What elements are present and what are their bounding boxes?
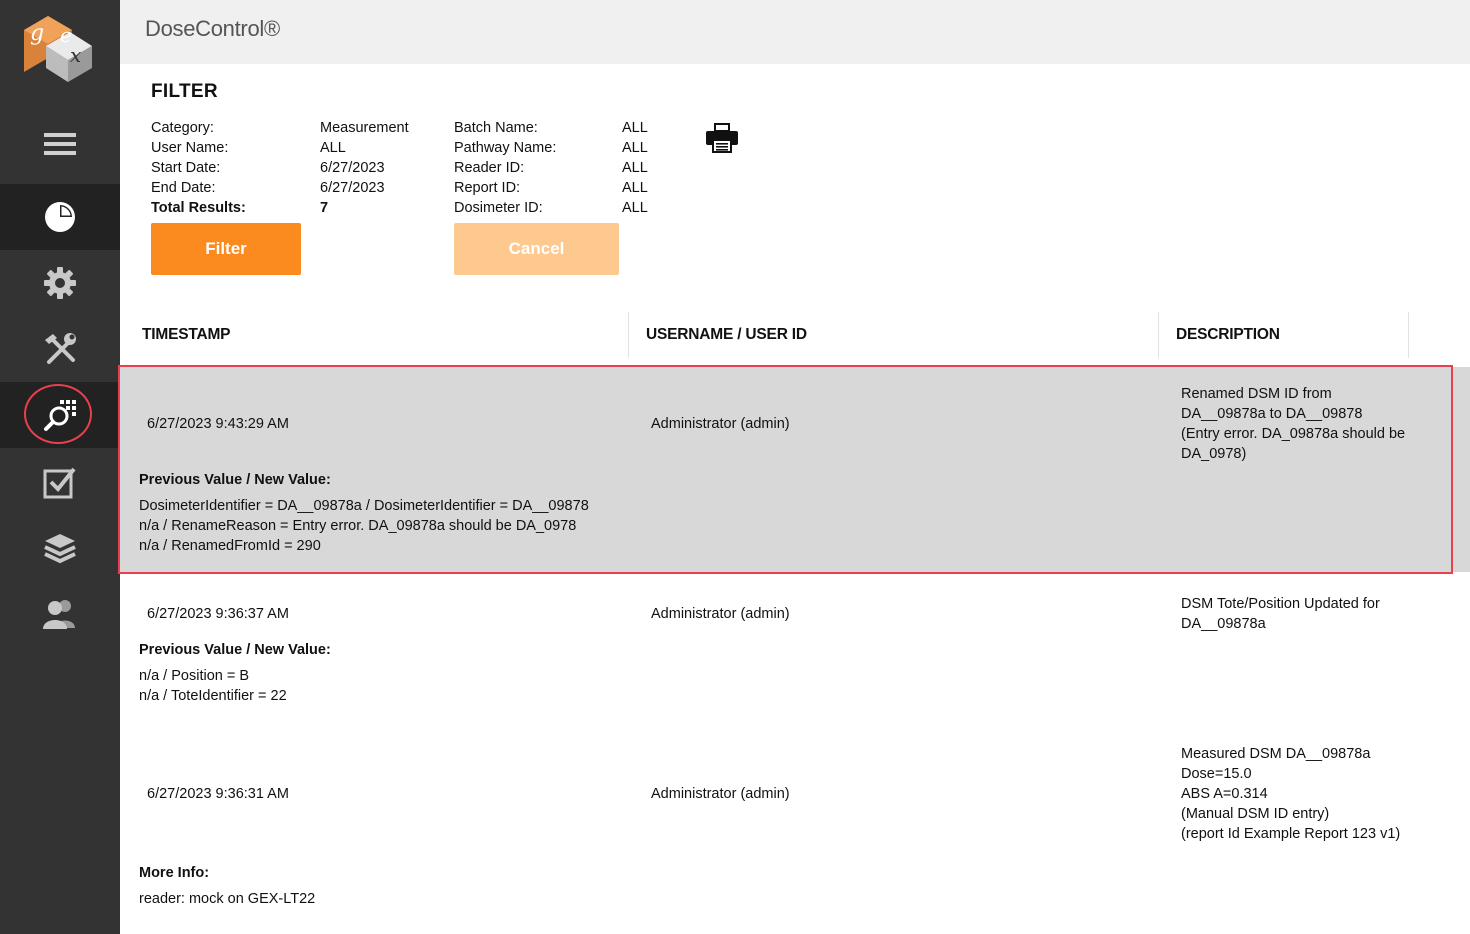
- tools-icon: [45, 333, 76, 364]
- row-detail-lines: reader: mock on GEX-LT22: [139, 889, 315, 909]
- filter-title: FILTER: [151, 81, 218, 102]
- gex-logo[interactable]: g e x: [20, 4, 94, 84]
- filter-label-start-date: Start Date:: [151, 160, 221, 176]
- column-header-username[interactable]: USERNAME / USER ID: [646, 326, 807, 344]
- filter-value-end-date: 6/27/2023: [320, 180, 385, 196]
- filter-value-report-id: ALL: [622, 180, 648, 196]
- row-timestamp: 6/27/2023 9:36:31 AM: [147, 786, 289, 802]
- row-detail-title: Previous Value / New Value:: [139, 642, 331, 658]
- sidebar-item-audit-trail[interactable]: [0, 382, 120, 448]
- logo-letter-g: g: [30, 21, 44, 46]
- filter-button[interactable]: Filter: [151, 223, 301, 275]
- row-description-line: (Manual DSM ID entry): [1181, 806, 1330, 822]
- row-detail-line: n/a / RenamedFromId = 290: [139, 538, 321, 554]
- column-divider: [1408, 312, 1409, 358]
- row-description-line: Renamed DSM ID from: [1181, 386, 1332, 402]
- row-description-line: ABS A=0.314: [1181, 786, 1268, 802]
- filter-value-user-name: ALL: [320, 140, 346, 156]
- filter-label-end-date: End Date:: [151, 180, 216, 196]
- column-divider: [1158, 312, 1159, 358]
- column-divider: [628, 312, 629, 358]
- filter-label-total-results: Total Results:: [151, 200, 246, 216]
- filter-value-reader-id: ALL: [622, 160, 648, 176]
- row-description-line: DA__09878a: [1181, 616, 1266, 632]
- top-bar: DoseControl®: [120, 0, 1470, 64]
- row-description-line: Measured DSM DA__09878a: [1181, 746, 1371, 762]
- filter-right-values: ALL ALL ALL ALL ALL: [622, 118, 648, 218]
- filter-label-user-name: User Name:: [151, 140, 229, 156]
- row-detail-lines: DosimeterIdentifier = DA__09878a / Dosim…: [139, 496, 589, 556]
- row-timestamp: 6/27/2023 9:36:37 AM: [147, 606, 289, 622]
- row-user: Administrator (admin): [651, 786, 790, 802]
- row-detail-lines: n/a / Position = B n/a / ToteIdentifier …: [139, 666, 287, 706]
- filter-left-labels: Category: User Name: Start Date: End Dat…: [151, 118, 246, 218]
- sidebar-item-settings[interactable]: [0, 250, 120, 316]
- sidebar-item-dashboard[interactable]: [0, 184, 120, 250]
- users-icon: [43, 600, 75, 629]
- row-description-line: DA__09878a to DA__09878: [1181, 406, 1363, 422]
- row-detail-line: DosimeterIdentifier = DA__09878a / Dosim…: [139, 498, 589, 514]
- filter-value-batch-name: ALL: [622, 120, 648, 136]
- row-description-line: (Entry error. DA_09878a should be: [1181, 426, 1406, 442]
- row-description: DSM Tote/Position Updated for DA__09878a: [1181, 594, 1380, 634]
- menu-icon: [44, 133, 76, 155]
- filter-label-reader-id: Reader ID:: [454, 160, 525, 176]
- row-detail-line: n/a / RenameReason = Entry error. DA_098…: [139, 518, 577, 534]
- sidebar-item-tools[interactable]: [0, 316, 120, 382]
- filter-value-total-results: 7: [320, 200, 329, 216]
- row-detail-title: More Info:: [139, 865, 210, 881]
- filter-label-report-id: Report ID:: [454, 180, 521, 196]
- sidebar: g e x: [0, 0, 120, 934]
- filter-value-category: Measurement: [320, 120, 409, 136]
- sidebar-menu-button[interactable]: [0, 111, 120, 177]
- layers-icon: [44, 534, 76, 564]
- filter-label-batch-name: Batch Name:: [454, 120, 538, 136]
- sidebar-item-review[interactable]: [0, 449, 120, 515]
- filter-label-category: Category:: [151, 120, 214, 136]
- filter-value-dosimeter-id: ALL: [622, 200, 648, 216]
- row-detail-line: n/a / Position = B: [139, 668, 250, 684]
- filter-value-start-date: 6/27/2023: [320, 160, 385, 176]
- settings-gear-icon: [44, 267, 76, 299]
- sidebar-item-users[interactable]: [0, 581, 120, 647]
- filter-label-dosimeter-id: Dosimeter ID:: [454, 200, 543, 216]
- row-description-line: (report Id Example Report 123 v1): [1181, 826, 1401, 842]
- cancel-button[interactable]: Cancel: [454, 223, 619, 275]
- row-user: Administrator (admin): [651, 606, 790, 622]
- audit-search-icon: [44, 400, 76, 431]
- filter-label-pathway-name: Pathway Name:: [454, 140, 557, 156]
- logo-letter-x: x: [70, 43, 81, 67]
- column-header-timestamp[interactable]: TIMESTAMP: [142, 326, 231, 344]
- row-detail-line: reader: mock on GEX-LT22: [139, 891, 316, 907]
- sidebar-item-batches[interactable]: [0, 515, 120, 581]
- dashboard-pie-icon: [45, 202, 75, 232]
- row-description-line: DSM Tote/Position Updated for: [1181, 596, 1380, 612]
- row-user: Administrator (admin): [651, 416, 790, 432]
- row-timestamp: 6/27/2023 9:43:29 AM: [147, 416, 289, 432]
- row-description: Renamed DSM ID from DA__09878a to DA__09…: [1181, 384, 1405, 464]
- row-detail-line: n/a / ToteIdentifier = 22: [139, 688, 287, 704]
- row-detail-title: Previous Value / New Value:: [139, 472, 331, 488]
- filter-right-labels: Batch Name: Pathway Name: Reader ID: Rep…: [454, 118, 556, 218]
- filter-value-pathway-name: ALL: [622, 140, 648, 156]
- column-header-description[interactable]: DESCRIPTION: [1176, 326, 1280, 344]
- row-description-line: Dose=15.0: [1181, 766, 1252, 782]
- row-description-line: DA_0978): [1181, 446, 1247, 462]
- checklist-icon: [43, 467, 76, 499]
- filter-left-values: Measurement ALL 6/27/2023 6/27/2023 7: [320, 118, 409, 218]
- app-title: DoseControl®: [145, 16, 280, 41]
- table-row-selected-extension: [1453, 367, 1470, 572]
- row-description: Measured DSM DA__09878a Dose=15.0 ABS A=…: [1181, 744, 1400, 844]
- print-icon[interactable]: [705, 122, 739, 154]
